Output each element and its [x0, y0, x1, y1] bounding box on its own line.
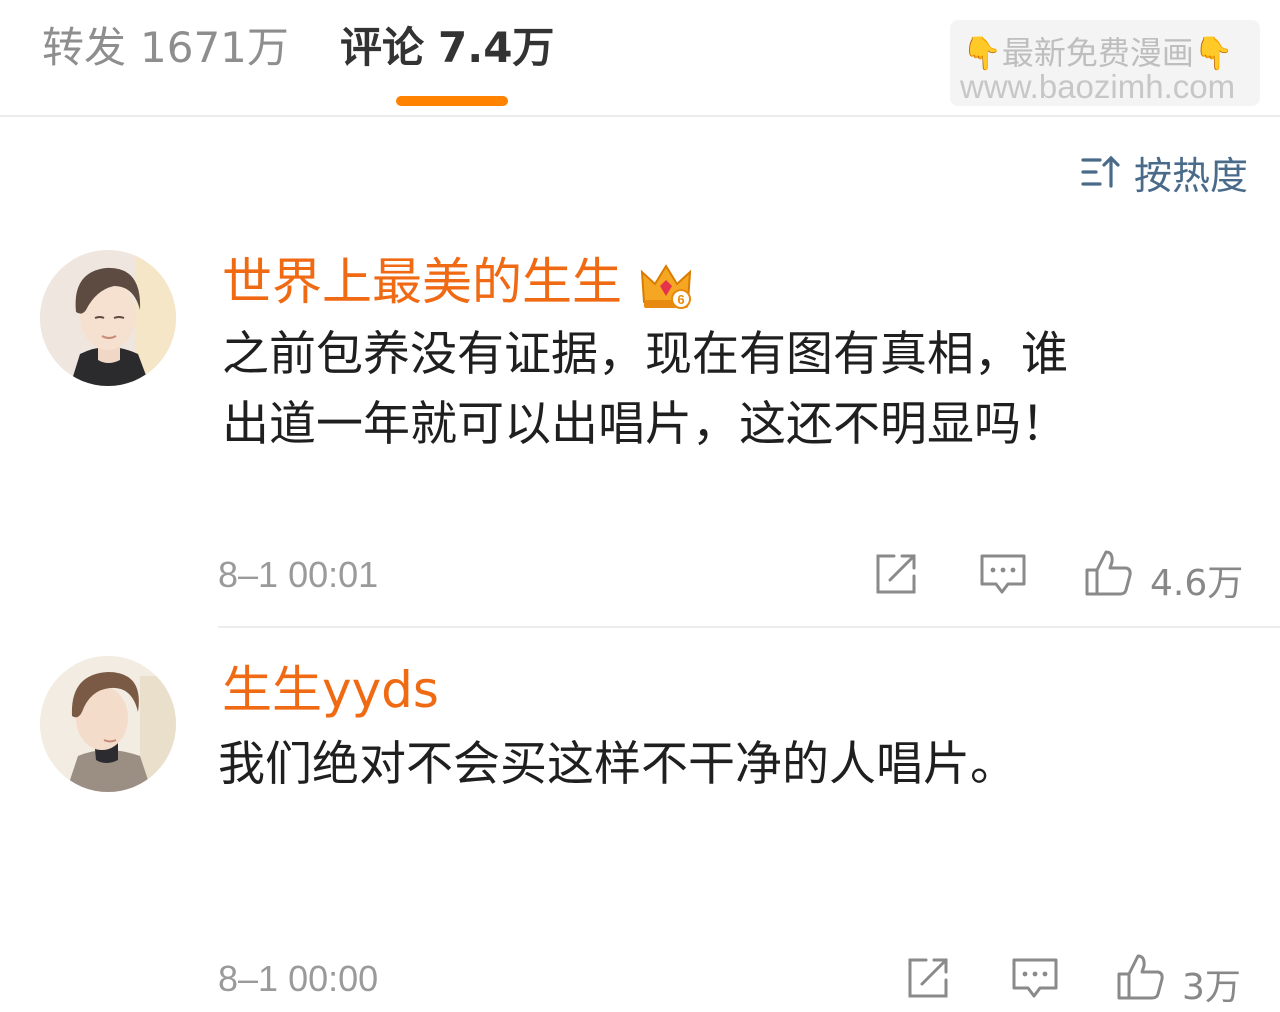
- like-count: 4.6万: [1150, 563, 1244, 604]
- comment-text: 我们绝对不会买这样不干净的人唱片。: [218, 730, 1017, 800]
- avatar[interactable]: [40, 250, 176, 386]
- like-icon[interactable]: [1084, 548, 1134, 598]
- pointing-down-icon: 👇: [962, 34, 1002, 72]
- username-text: 生生yyds: [222, 661, 439, 719]
- tab-comments-count: 7.4万: [438, 23, 555, 72]
- comment-meta: 8–1 00:00 3万: [218, 952, 1248, 1012]
- sort-label: 按热度: [1133, 153, 1248, 198]
- reply-icon[interactable]: [1010, 952, 1060, 1002]
- comment-text-line: 之前包养没有证据，现在有图有真相，谁: [222, 327, 1068, 382]
- share-icon[interactable]: [872, 548, 922, 598]
- watermark-text: 最新免费漫画: [1001, 34, 1194, 72]
- like-icon[interactable]: [1116, 952, 1166, 1002]
- tab-reposts-count: 1671万: [140, 23, 289, 72]
- sort-by-hot-button[interactable]: 按热度: [1080, 150, 1248, 198]
- tab-comments[interactable]: 评论 7.4万: [340, 22, 554, 74]
- comment-time: 8–1 00:00: [218, 958, 379, 999]
- share-icon[interactable]: [904, 952, 954, 1002]
- comment-text-line: 我们绝对不会买这样不干净的人唱片。: [218, 737, 1017, 792]
- username-text: 世界上最美的生生: [222, 253, 622, 311]
- reply-icon[interactable]: [978, 548, 1028, 598]
- active-tab-indicator: [396, 96, 508, 106]
- comment-text-line: 出道一年就可以出唱片，这还不明显吗！: [222, 397, 1068, 452]
- tab-comments-label: 评论: [340, 23, 425, 72]
- watermark-url: www.baozimh.com: [960, 68, 1236, 105]
- sort-icon: [1080, 152, 1120, 192]
- tab-reposts-label: 转发: [42, 23, 127, 72]
- badge-level-number: 6: [677, 292, 684, 307]
- watermark: 👇最新免费漫画👇 www.baozimh.com: [950, 20, 1260, 106]
- comment-text: 之前包养没有证据，现在有图有真相，谁 出道一年就可以出唱片，这还不明显吗！: [222, 320, 1068, 460]
- comment-time: 8–1 00:01: [218, 554, 379, 595]
- tab-reposts[interactable]: 转发 1671万: [42, 22, 289, 74]
- comment-divider: [218, 626, 1280, 628]
- comment-username[interactable]: 生生yyds: [222, 658, 439, 722]
- pointing-down-icon: 👇: [1193, 34, 1234, 72]
- comment-username[interactable]: 世界上最美的生生 6: [222, 250, 692, 314]
- avatar[interactable]: [40, 656, 176, 792]
- comment-meta: 8–1 00:01 4.6万: [218, 548, 1248, 608]
- like-count: 3万: [1182, 967, 1241, 1008]
- crown-badge-icon: 6: [640, 262, 692, 310]
